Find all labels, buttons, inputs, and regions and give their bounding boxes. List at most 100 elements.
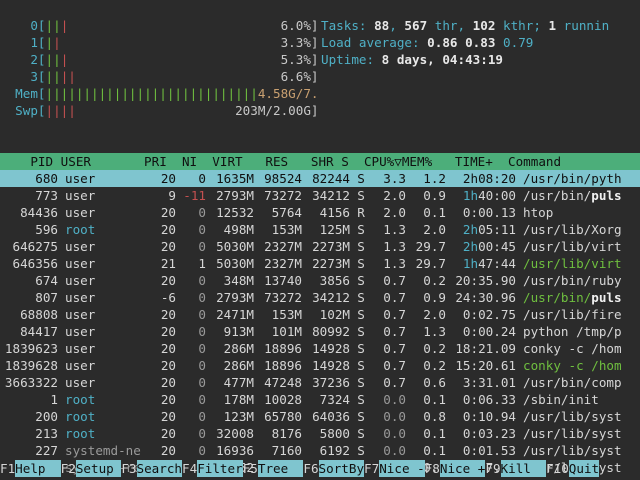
fkey-label-f4[interactable]: Filter bbox=[197, 460, 243, 477]
process-user: user bbox=[65, 188, 96, 203]
process-cpu: 0.7 bbox=[383, 290, 406, 305]
fkey-label-f7[interactable]: Nice - bbox=[379, 460, 425, 477]
fkey-f6: F6 bbox=[303, 461, 319, 476]
process-cmd: conky -c /hom bbox=[523, 341, 622, 356]
process-row[interactable]: 773 user 9 -11 2793M 73272 34212 S 2.0 0.9 1h40:00… bbox=[0, 187, 640, 204]
process-cpu: 0.7 bbox=[383, 341, 406, 356]
process-pid: 68808 bbox=[20, 307, 58, 322]
fkey-label-f10[interactable]: Quit bbox=[568, 460, 600, 477]
fkey-label-f9[interactable]: Kill bbox=[500, 460, 547, 477]
process-ni: 0 bbox=[198, 171, 206, 186]
fkey-label-f6[interactable]: SortBy bbox=[318, 460, 365, 477]
process-res: 18896 bbox=[264, 341, 302, 356]
function-key-bar: F1 Help F2 Setup F3 Search F4 Filter F5 Tree F6… bbox=[0, 460, 640, 477]
fkey-label-f2[interactable]: Setup bbox=[75, 460, 122, 477]
process-cpu: 0.7 bbox=[383, 375, 406, 390]
process-virt: 286M bbox=[223, 358, 254, 373]
process-res: 8176 bbox=[271, 426, 302, 441]
process-row[interactable]: 646356 user 21 1 5030M 2327M 2273M S 1.3 29.7 1h47… bbox=[0, 255, 640, 272]
running-label: runnin bbox=[556, 18, 610, 33]
process-res: 7160 bbox=[271, 443, 302, 458]
cpu-bar-green: || bbox=[45, 52, 61, 67]
process-row[interactable]: 1839628 user 20 0 286M 18896 14928 S 0.7 0.2 15:20… bbox=[0, 357, 640, 374]
process-row[interactable]: 1839623 user 20 0 286M 18896 14928 S 0.7 0.2 18:21… bbox=[0, 340, 640, 357]
process-row[interactable]: 200 root 20 0 123M 65780 64036 S 0.0 0.8 0:10.94/u… bbox=[0, 408, 640, 425]
process-row[interactable]: 1 root 20 0 178M 10028 7324 S 0.0 0.1 0:06.33/sbin… bbox=[0, 391, 640, 408]
process-time: 2h05:11 bbox=[462, 222, 516, 237]
cpu-bar-green: | bbox=[45, 35, 54, 50]
process-cmd: /usr/lib/syst bbox=[523, 443, 622, 458]
process-shr: 80992 bbox=[312, 324, 350, 339]
process-mem: 0.2 bbox=[423, 358, 446, 373]
fkey-label-f1[interactable]: Help bbox=[15, 460, 61, 477]
process-row[interactable]: 227 systemd-ne 20 0 16936 7160 6192 S 0.0 0.1 0:01… bbox=[0, 442, 640, 459]
process-row[interactable]: 674 user 20 0 348M 13740 3856 S 0.7 0.2 20:35.90/u… bbox=[0, 272, 640, 289]
process-s: S bbox=[357, 358, 365, 373]
fkey-f5: F5 bbox=[242, 461, 258, 476]
process-user: user bbox=[65, 171, 96, 186]
meters-area: 0[||| 6.0%] 1[|| 3.3%] 2[||| 5.3%] 3[|||… bbox=[0, 0, 640, 119]
process-ni: 0 bbox=[198, 239, 206, 254]
process-shr: 34212 bbox=[312, 188, 350, 203]
process-shr: 14928 bbox=[312, 341, 350, 356]
process-cpu: 0.7 bbox=[383, 358, 406, 373]
process-shr: 34212 bbox=[312, 290, 350, 305]
process-shr: 2273M bbox=[312, 239, 350, 254]
process-cmd: /usr/lib/syst bbox=[523, 426, 622, 441]
process-row[interactable]: 646275 user 20 0 5030M 2327M 2273M S 1.3 29.7 2h00… bbox=[0, 238, 640, 255]
process-pid: 773 bbox=[35, 188, 58, 203]
process-pri: -6 bbox=[160, 290, 176, 305]
fkey-label-f5[interactable]: Tree bbox=[257, 460, 304, 477]
process-pri: 20 bbox=[160, 341, 176, 356]
fkey-label-f8[interactable]: Nice + bbox=[439, 460, 486, 477]
process-virt: 178M bbox=[223, 392, 254, 407]
process-cmd: /usr/bin/puls bbox=[523, 290, 622, 305]
process-cmd: /usr/bin/comp bbox=[523, 375, 622, 390]
process-ni: 0 bbox=[198, 205, 206, 220]
process-shr: 82244 bbox=[312, 171, 350, 186]
process-pri: 20 bbox=[160, 239, 176, 254]
threads-count: 567 bbox=[404, 18, 428, 33]
process-user: root bbox=[65, 426, 96, 441]
process-mem: 0.1 bbox=[423, 205, 446, 220]
load-label: Load average: bbox=[321, 35, 428, 50]
load-5: 0.83 bbox=[465, 35, 496, 50]
cpu-pct: 3.3%] bbox=[280, 35, 316, 50]
process-time: 24:30.96 bbox=[455, 290, 516, 305]
process-s: S bbox=[357, 290, 365, 305]
process-cpu: 0.7 bbox=[383, 307, 406, 322]
process-ni: 0 bbox=[198, 307, 206, 322]
process-pid: 1839628 bbox=[4, 358, 58, 373]
process-row[interactable]: 3663322 user 20 0 477M 47248 37236 S 0.7 0.6 3:31.… bbox=[0, 374, 640, 391]
process-row[interactable]: 596 root 20 0 498M 153M 125M S 1.3 2.0 2h05:11/usr… bbox=[0, 221, 640, 238]
process-s: S bbox=[357, 307, 365, 322]
process-cpu: 0.0 bbox=[383, 392, 406, 407]
swp-meter: Swp[|||| 203M/2.00G] bbox=[0, 102, 316, 119]
process-user: user bbox=[65, 239, 96, 254]
fkey-f4: F4 bbox=[182, 461, 198, 476]
process-time: 18:21.09 bbox=[455, 341, 516, 356]
process-table-header[interactable]: PID USER PRI NI VIRT RES SHR S CPU%▽MEM%… bbox=[0, 153, 640, 170]
process-pri: 20 bbox=[160, 375, 176, 390]
mem-meter: Mem[||||||||||||||||||||||||||||4.58G/7.… bbox=[0, 85, 316, 102]
process-s: S bbox=[357, 256, 365, 271]
process-res: 73272 bbox=[264, 188, 302, 203]
process-row[interactable]: 213 root 20 0 32008 8176 5800 S 0.0 0.1 0:03.23/us… bbox=[0, 425, 640, 442]
fkey-label-f3[interactable]: Search bbox=[136, 460, 183, 477]
fkey-f9: F9 bbox=[485, 461, 501, 476]
process-row[interactable]: 68808 user 20 0 2471M 153M 102M S 0.7 2.0 0:02.75 /… bbox=[0, 306, 640, 323]
process-s: S bbox=[357, 273, 365, 288]
process-ni: 1 bbox=[198, 256, 206, 271]
process-row[interactable]: 84417 user 20 0 913M 101M 80992 S 0.7 1.3 0:00.24 p… bbox=[0, 323, 640, 340]
process-row[interactable]: 807 user -6 0 2793M 73272 34212 S 0.7 0.9 24:30.96… bbox=[0, 289, 640, 306]
process-user: user bbox=[65, 273, 96, 288]
process-cmd: /usr/bin/puls bbox=[523, 188, 622, 203]
process-row[interactable]: 84436 user 20 0 12532 5764 4156 R 2.0 0.1 0:00.13 h… bbox=[0, 204, 640, 221]
process-mem: 0.9 bbox=[423, 188, 446, 203]
process-virt: 477M bbox=[223, 375, 254, 390]
process-user: root bbox=[65, 409, 96, 424]
process-s: S bbox=[357, 239, 365, 254]
process-time: 0:02.75 bbox=[462, 307, 516, 322]
process-row[interactable]: 680 user 20 0 1635M 98524 82244 S 3.3 1.2 2h08:20 /… bbox=[0, 170, 640, 187]
process-cmd: htop bbox=[523, 205, 554, 220]
